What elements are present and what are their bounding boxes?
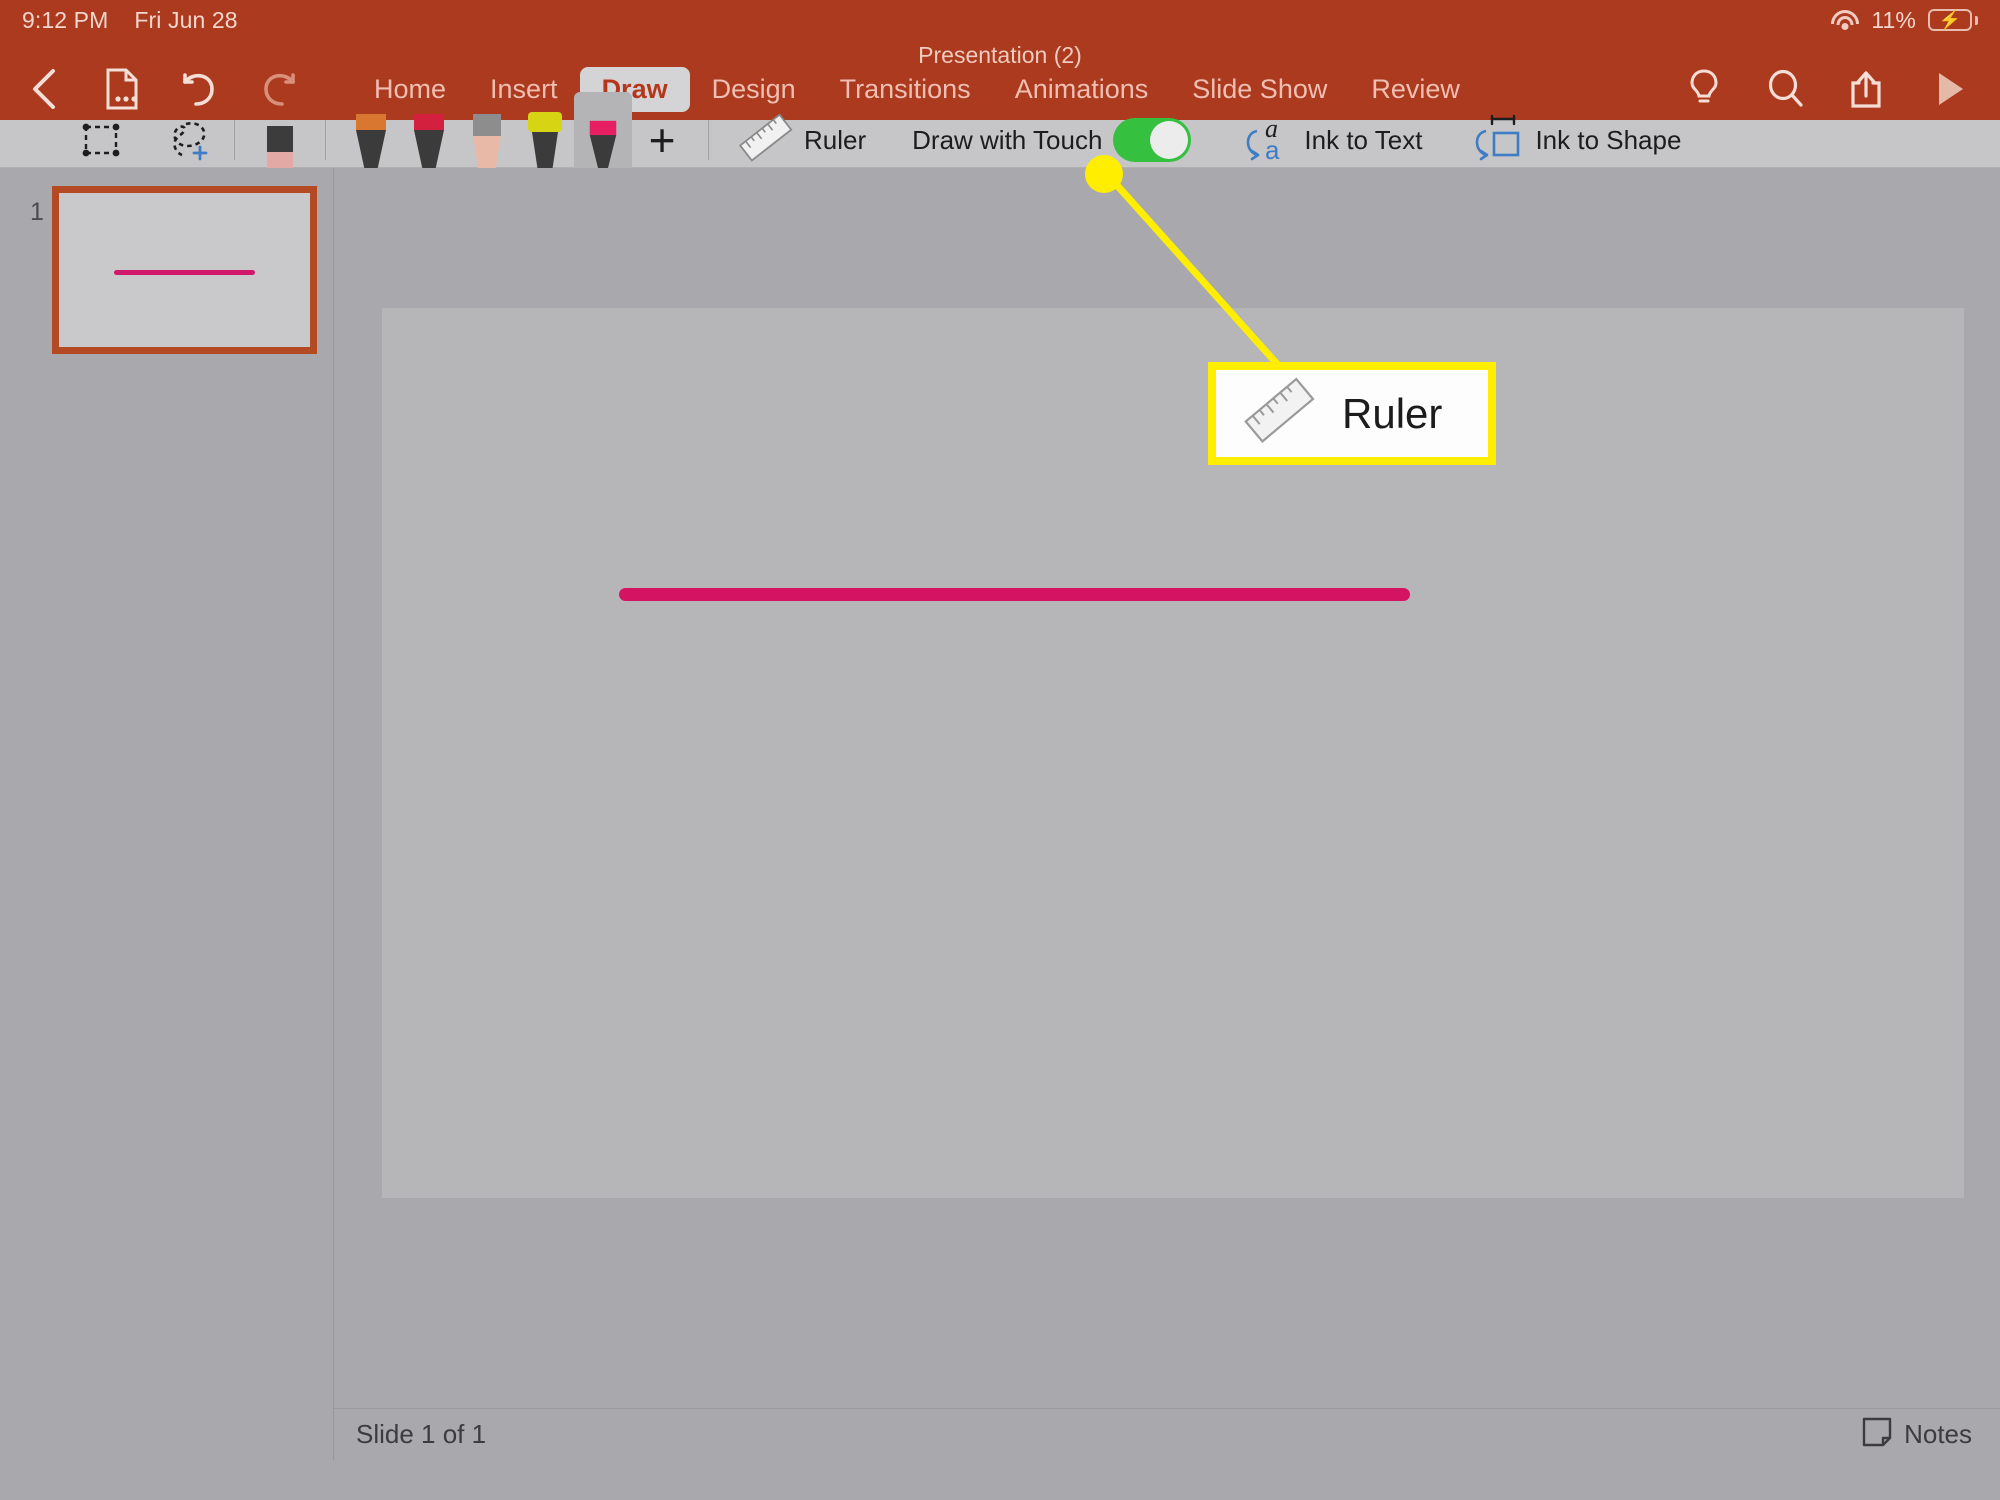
- ink-to-text-label: Ink to Text: [1304, 124, 1423, 155]
- ruler-icon: [1242, 375, 1318, 452]
- ruler-callout-label: Ruler: [1342, 389, 1443, 437]
- ruler-label: Ruler: [804, 124, 867, 155]
- wifi-icon: [1831, 9, 1860, 31]
- share-icon[interactable]: [1846, 67, 1890, 111]
- ink-to-shape-label: Ink to Shape: [1535, 124, 1682, 155]
- dashed-rectangle-icon[interactable]: [72, 116, 130, 164]
- status-time: 9:12 PM: [22, 6, 109, 33]
- notes-button[interactable]: Notes: [1862, 1417, 1972, 1452]
- callout-marker-dot: [1085, 155, 1123, 193]
- battery-percent-label: 11%: [1871, 6, 1916, 33]
- powerpoint-ipad-window: 9:12 PM Fri Jun 28 11% ⚡ Presentation (2…: [0, 0, 2000, 1500]
- search-icon[interactable]: [1764, 67, 1808, 111]
- status-bar-bottom: Slide 1 of 1 Notes: [334, 1408, 2000, 1460]
- status-date: Fri Jun 28: [134, 6, 238, 33]
- status-bar-left: 9:12 PM Fri Jun 28: [22, 7, 238, 34]
- thumbnail-ink-stroke: [114, 270, 255, 275]
- add-pen-button[interactable]: +: [632, 116, 692, 164]
- ink-to-shape-button[interactable]: Ink to Shape: [1468, 113, 1681, 168]
- draw-with-touch-label: Draw with Touch: [912, 124, 1103, 155]
- ribbon-right-actions: [1682, 67, 2000, 111]
- slide-surface[interactable]: [382, 308, 1964, 1198]
- ruler-callout: Ruler: [1208, 362, 1496, 465]
- draw-with-touch-toggle[interactable]: Draw with Touch: [912, 118, 1192, 162]
- ink-to-text-button[interactable]: a a Ink to Text: [1239, 113, 1422, 168]
- svg-text:a: a: [1265, 135, 1280, 163]
- workspace: 1 Slide 1 of 1 Notes: [0, 168, 2000, 1460]
- slide-thumbnail-item[interactable]: 1: [0, 168, 333, 354]
- ios-status-bar: 9:12 PM Fri Jun 28 11% ⚡: [0, 0, 2000, 40]
- ruler-callout-inner: Ruler: [1216, 370, 1488, 457]
- slide-thumbnail-panel[interactable]: 1: [0, 168, 334, 1460]
- ruler-toggle[interactable]: Ruler: [738, 112, 867, 167]
- play-icon[interactable]: [1928, 67, 1972, 111]
- draw-with-touch-switch[interactable]: [1113, 118, 1192, 162]
- notes-label: Notes: [1904, 1419, 1972, 1449]
- ink-stroke: [619, 588, 1411, 602]
- notes-page-icon: [1862, 1417, 1892, 1452]
- ink-to-shape-icon: [1468, 113, 1524, 168]
- status-bar-right: 11% ⚡: [1831, 7, 1978, 34]
- slide-number-label: 1: [30, 198, 44, 226]
- slide-counter: Slide 1 of 1: [356, 1419, 487, 1449]
- ink-to-text-icon: a a: [1239, 113, 1293, 168]
- lasso-plus-icon[interactable]: [160, 116, 218, 164]
- lightbulb-icon[interactable]: [1682, 67, 1726, 111]
- ruler-icon: [738, 112, 793, 167]
- slide-thumbnail-1[interactable]: [52, 186, 317, 354]
- battery-charging-icon: ⚡: [1928, 9, 1978, 31]
- callout-leader-line: [1102, 169, 1282, 369]
